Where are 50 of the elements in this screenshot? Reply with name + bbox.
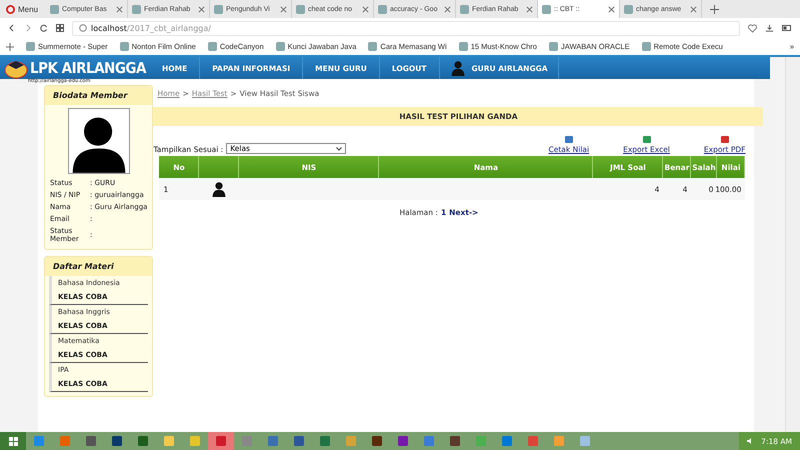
close-icon[interactable] <box>280 6 287 12</box>
favicon-icon <box>548 42 558 51</box>
download-icon[interactable] <box>765 24 774 32</box>
person-silhouette-icon <box>211 181 228 197</box>
forward-icon[interactable] <box>24 24 32 32</box>
favicon-icon <box>276 42 285 51</box>
taskbar-app-icon[interactable] <box>208 432 234 450</box>
close-icon[interactable] <box>116 6 123 12</box>
menu-button[interactable]: Menu <box>0 0 46 18</box>
favicon-icon <box>26 42 35 51</box>
close-icon[interactable] <box>526 6 533 12</box>
close-icon[interactable] <box>608 6 615 12</box>
close-icon[interactable] <box>198 6 205 12</box>
battery-icon[interactable] <box>782 24 792 32</box>
favicon-icon <box>132 4 141 14</box>
pdf-file-icon <box>720 134 730 144</box>
new-tab-icon[interactable] <box>710 4 719 14</box>
favicon-icon <box>378 4 387 14</box>
reload-icon[interactable] <box>40 24 48 32</box>
address-field[interactable]: localhost/2017_cbt_airlangga/ <box>72 20 740 36</box>
windows-logo-icon <box>8 436 18 446</box>
close-icon[interactable] <box>362 6 369 12</box>
favicon-icon <box>458 42 468 51</box>
person-silhouette-icon <box>450 60 466 76</box>
close-icon[interactable] <box>690 6 697 12</box>
favicon-icon <box>120 42 129 51</box>
globe-icon <box>79 24 87 32</box>
opera-logo-icon <box>6 4 15 14</box>
favicon-icon <box>542 4 551 14</box>
add-icon[interactable] <box>6 42 14 50</box>
favicon-icon <box>642 42 651 51</box>
avatar-silhouette <box>68 108 130 174</box>
favicon-icon <box>208 42 217 51</box>
favicon-icon <box>368 42 378 51</box>
favicon-icon <box>50 4 59 14</box>
card-title: Daftar Materi <box>45 257 152 276</box>
start-button[interactable] <box>0 432 26 450</box>
chevron-down-icon <box>336 146 342 150</box>
favicon-icon <box>214 4 223 14</box>
grid-icon[interactable] <box>56 24 64 32</box>
back-icon[interactable] <box>8 24 16 32</box>
close-icon[interactable] <box>444 6 451 12</box>
spreadsheet-icon <box>642 134 652 144</box>
favicon-icon <box>624 4 633 14</box>
card-title: Biodata Member <box>45 86 152 105</box>
favicon-icon <box>460 4 469 14</box>
site-logo-text: LPK AIRLANGGA <box>30 59 146 77</box>
heart-icon[interactable] <box>748 24 757 32</box>
printer-icon <box>564 134 574 144</box>
favicon-icon <box>296 4 305 14</box>
